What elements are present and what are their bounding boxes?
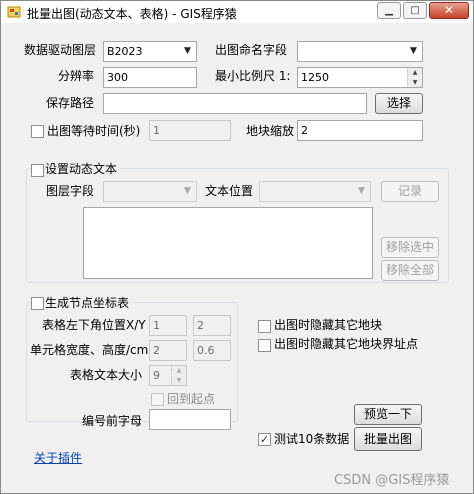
font-size-label: 表格文本大小: [70, 368, 143, 382]
save-path-input[interactable]: [103, 93, 367, 114]
dynamic-text-checkbox[interactable]: [31, 164, 44, 177]
test-ten-label: 测试10条数据: [274, 432, 350, 446]
cell-width-input[interactable]: 2: [149, 340, 187, 361]
hide-other-parcels-label: 出图时隐藏其它地块: [274, 318, 383, 332]
layer-label: 数据驱动图层: [24, 43, 97, 57]
layer-field-select[interactable]: ▼: [103, 181, 197, 202]
font-size-value: 9: [153, 369, 160, 382]
save-path-label: 保存路径: [46, 96, 95, 110]
wait-input[interactable]: 1: [149, 120, 231, 141]
test-ten-checkbox[interactable]: ✓: [258, 433, 271, 446]
record-button[interactable]: 记录: [381, 181, 439, 202]
minimize-button[interactable]: ▁: [377, 2, 401, 19]
cell-size-label: 单元格宽度、高度/cm: [30, 343, 149, 357]
spin-up-icon[interactable]: ▲: [407, 68, 422, 77]
name-field-label: 出图命名字段: [215, 43, 288, 57]
form-area: 数据驱动图层 B2023 ▼ 出图命名字段 ▼ 分辨率 300 最小比例尺 1:…: [1, 23, 473, 493]
scale-value: 1250: [301, 71, 329, 84]
preview-button[interactable]: 预览一下: [354, 404, 422, 425]
window-title: 批量出图(动态文本、表格) - GIS程序猿: [27, 7, 237, 21]
dynamic-text-label: 设置动态文本: [45, 161, 121, 177]
font-size-stepper[interactable]: 9 ▲ ▼: [149, 365, 187, 386]
hide-other-boundary-label: 出图时隐藏其它地块界址点: [274, 337, 419, 351]
chevron-down-icon: ▼: [358, 186, 365, 196]
choose-button[interactable]: 选择: [375, 93, 423, 114]
close-button[interactable]: ✕: [429, 2, 469, 19]
batch-export-button[interactable]: 批量出图: [354, 427, 422, 451]
hide-other-parcels-checkbox[interactable]: [258, 320, 271, 333]
dynamic-text-area[interactable]: [83, 207, 373, 279]
layer-select-value: B2023: [107, 45, 143, 58]
return-start-checkbox[interactable]: [151, 393, 164, 406]
lower-left-y-input[interactable]: 2: [193, 315, 231, 336]
layer-field-label: 图层字段: [46, 184, 95, 198]
coord-table-checkbox[interactable]: [31, 297, 44, 310]
scale-stepper[interactable]: 1250 ▲ ▼: [297, 67, 423, 88]
resolution-label: 分辨率: [58, 69, 95, 83]
app-icon: [7, 6, 21, 18]
wait-checkbox[interactable]: [31, 125, 44, 138]
spin-up-icon[interactable]: ▲: [171, 366, 186, 375]
zoom-label: 地块缩放: [246, 124, 295, 138]
return-start-label: 回到起点: [167, 392, 216, 406]
chevron-down-icon: ▼: [184, 46, 191, 56]
wait-label: 出图等待时间(秒): [47, 124, 141, 138]
main-window: 批量出图(动态文本、表格) - GIS程序猿 ▁ □ ✕ 数据驱动图层 B202…: [0, 0, 474, 494]
remove-selected-button[interactable]: 移除选中: [381, 237, 439, 258]
lower-left-label: 表格左下角位置X/Y: [42, 318, 146, 332]
hide-other-boundary-checkbox[interactable]: [258, 339, 271, 352]
resolution-input[interactable]: 300: [103, 67, 197, 88]
name-field-select[interactable]: ▼: [297, 41, 423, 62]
cell-height-input[interactable]: 0.6: [193, 340, 231, 361]
prefix-label: 编号前字母: [82, 414, 143, 428]
title-bar: 批量出图(动态文本、表格) - GIS程序猿 ▁ □ ✕: [1, 1, 473, 23]
text-position-label: 文本位置: [205, 184, 254, 198]
scale-label: 最小比例尺 1:: [215, 69, 291, 83]
text-position-select[interactable]: ▼: [259, 181, 371, 202]
coord-table-label: 生成节点坐标表: [45, 295, 133, 311]
watermark: CSDN @GIS程序猿: [334, 473, 450, 488]
lower-left-x-input[interactable]: 1: [149, 315, 187, 336]
remove-all-button[interactable]: 移除全部: [381, 260, 439, 281]
maximize-button[interactable]: □: [403, 2, 427, 19]
chevron-down-icon: ▼: [184, 186, 191, 196]
prefix-input[interactable]: [149, 409, 231, 430]
chevron-down-icon: ▼: [410, 46, 417, 56]
spin-down-icon[interactable]: ▼: [407, 78, 422, 87]
spin-down-icon[interactable]: ▼: [171, 376, 186, 385]
about-plugin-link[interactable]: 关于插件: [34, 449, 82, 466]
zoom-input[interactable]: 2: [297, 120, 423, 141]
layer-select[interactable]: B2023 ▼: [103, 41, 197, 62]
